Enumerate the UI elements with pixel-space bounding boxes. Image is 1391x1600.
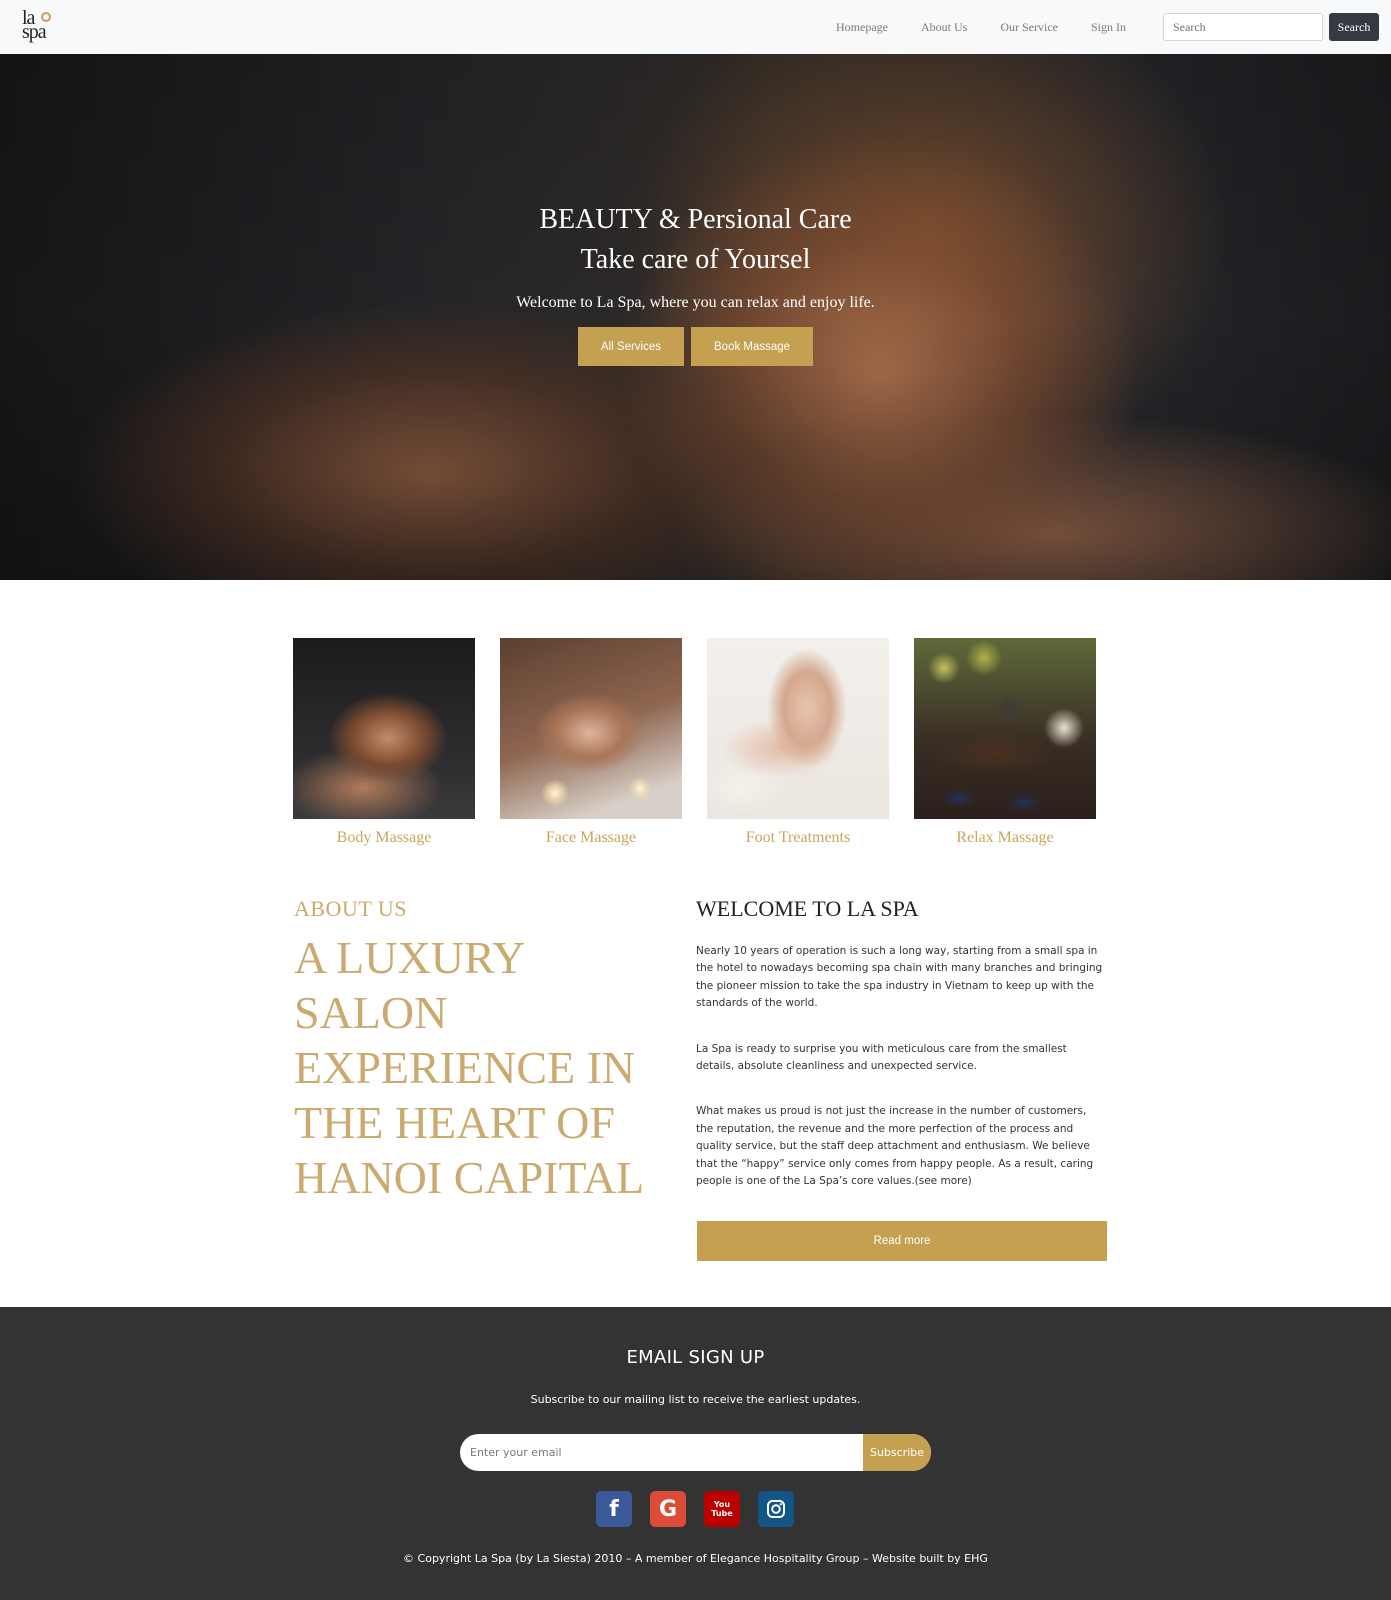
service-label[interactable]: Relax Massage [914,829,1096,847]
hero-content: BEAUTY & Persional Care Take care of You… [0,200,1391,366]
email-signup-title: EMAIL SIGN UP [626,1347,765,1368]
relax-massage-image[interactable] [914,638,1096,819]
logo-text-spa: spa [22,21,47,43]
hero-banner: BEAUTY & Persional Care Take care of You… [0,54,1391,580]
hero-subtitle: Welcome to La Spa, where you can relax a… [516,294,875,311]
instagram-glyph-icon [767,1500,785,1518]
instagram-icon[interactable] [758,1491,794,1527]
top-navbar: la spa Homepage About Us Our Service Sig… [0,0,1391,54]
foot-treatments-image[interactable] [707,638,889,819]
subscribe-button[interactable]: Subscribe [863,1434,931,1471]
nav-menu: Homepage About Us Our Service Sign In [836,0,1159,54]
service-label[interactable]: Foot Treatments [707,829,889,847]
google-icon[interactable]: G [650,1491,686,1527]
book-massage-button[interactable]: Book Massage [691,327,814,366]
search-input[interactable] [1163,13,1323,41]
service-card-face-massage[interactable]: Face Massage [500,638,682,847]
subscribe-form: Subscribe [460,1434,931,1471]
nav-link-our-service[interactable]: Our Service [1000,20,1058,35]
about-us-section: ABOUT US A LUXURY SALON EXPERIENCE IN TH… [294,896,654,1205]
services-grid: Body Massage Face Massage Foot Treatment… [293,638,1096,847]
hero-buttons: All Services Book Massage [0,327,1391,366]
footer: EMAIL SIGN UP Subscribe to our mailing l… [0,1307,1391,1600]
read-more-button[interactable]: Read more [697,1221,1107,1261]
service-card-relax-massage[interactable]: Relax Massage [914,638,1096,847]
youtube-icon[interactable]: You Tube [704,1491,740,1527]
social-links: f G You Tube [596,1491,794,1527]
face-massage-image[interactable] [500,638,682,819]
service-label[interactable]: Body Massage [293,829,475,847]
search-button[interactable]: Search [1329,13,1379,41]
service-card-body-massage[interactable]: Body Massage [293,638,475,847]
about-paragraph-3: What makes us proud is not just the incr… [696,1105,1094,1188]
welcome-title: WELCOME TO LA SPA [696,896,919,921]
welcome-section: WELCOME TO LA SPA Nearly 10 years of ope… [696,896,1106,1190]
hero-title-line1: BEAUTY & Persional Care [539,204,852,235]
nav-link-sign-in[interactable]: Sign In [1091,20,1126,35]
service-label[interactable]: Face Massage [500,829,682,847]
all-services-button[interactable]: All Services [577,327,684,366]
body-massage-image[interactable] [293,638,475,819]
about-us-eyebrow: ABOUT US [294,896,408,921]
about-us-heading: A LUXURY SALON EXPERIENCE IN THE HEART O… [294,932,645,1203]
la-spa-logo[interactable]: la spa [22,8,56,45]
nav-link-homepage[interactable]: Homepage [836,20,888,35]
hero-title-line2: Take care of Yoursel [580,244,811,275]
about-paragraph-1: Nearly 10 years of operation is such a l… [696,945,1103,1010]
nav-link-about-us[interactable]: About Us [921,20,967,35]
copyright-text: © Copyright La Spa (by La Siesta) 2010 –… [403,1552,988,1565]
email-input[interactable] [460,1434,863,1471]
facebook-icon[interactable]: f [596,1491,632,1527]
service-card-foot-treatments[interactable]: Foot Treatments [707,638,889,847]
about-paragraph-2: La Spa is ready to surprise you with met… [696,1042,1067,1073]
email-signup-subtitle: Subscribe to our mailing list to receive… [530,1393,861,1406]
